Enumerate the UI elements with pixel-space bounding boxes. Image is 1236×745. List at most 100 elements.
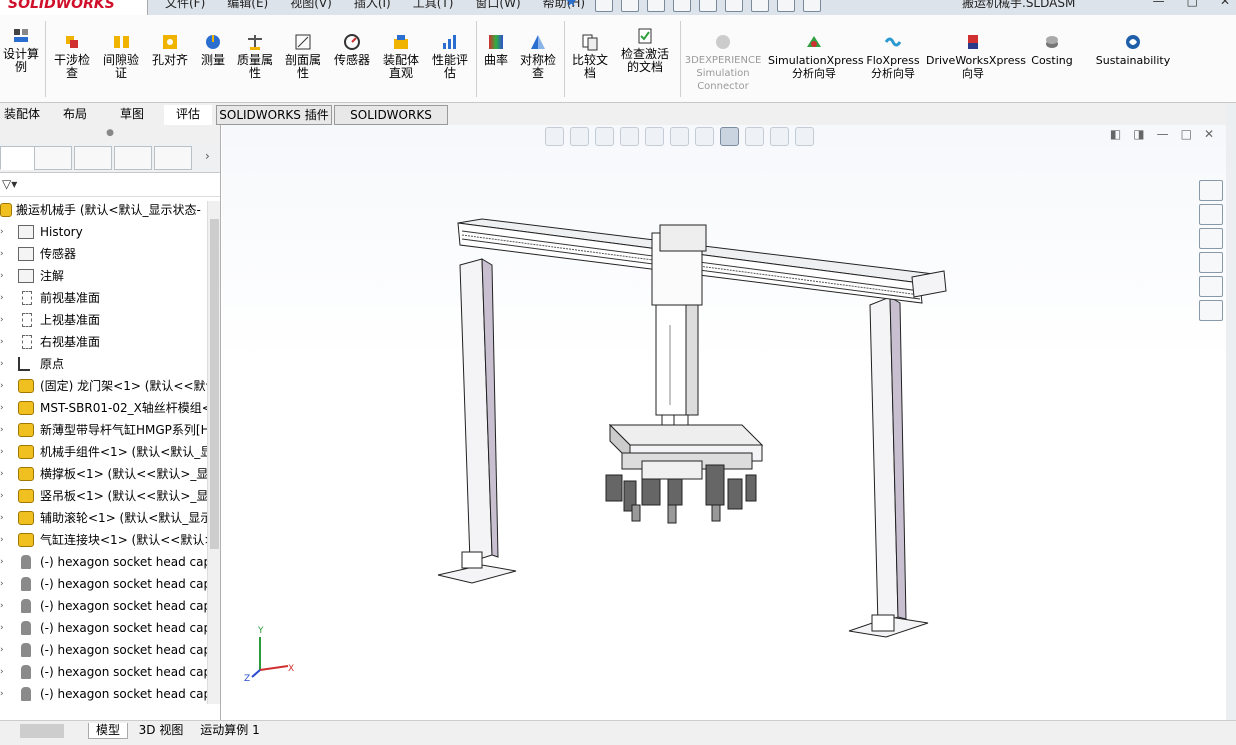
tab-evaluate[interactable]: 评估 [164,105,212,125]
expand-icon[interactable]: › [0,309,10,331]
file-explorer-icon[interactable] [1199,228,1223,249]
maximize-icon[interactable]: □ [1187,0,1198,8]
expand-icon[interactable]: › [0,441,10,463]
menu-view[interactable]: 视图(V) [290,0,332,11]
filter-icon[interactable]: ▽▾ [0,173,220,197]
tree-node[interactable]: › 右视基准面 [0,331,207,353]
tree-node[interactable]: › History [0,221,207,243]
tab-solidworks-addins[interactable]: SOLIDWORKS 插件 [216,105,332,125]
view-palette-icon[interactable] [1199,252,1223,273]
tree-node[interactable]: › MST-SBR01-02_X轴丝杆模组< [0,397,207,419]
appearances-icon[interactable] [1199,276,1223,297]
3dexperience-simulation-connector-button[interactable]: 3DEXPERIENCE Simulation Connector [684,33,762,93]
expand-icon[interactable]: › [0,419,10,441]
custom-properties-icon[interactable] [1199,300,1223,321]
rebuild-icon[interactable] [777,0,795,12]
mass-properties-button[interactable]: 质量属性 [233,33,277,80]
home-icon[interactable] [595,0,613,12]
tree-node[interactable]: › (-) hexagon socket head cap [0,551,207,573]
tree-node[interactable]: › 新薄型带导杆气缸HMGP系列[H [0,419,207,441]
expand-icon[interactable]: › [0,221,10,243]
options-icon[interactable] [803,0,821,12]
menu-window[interactable]: 窗口(W) [475,0,520,11]
expand-icon[interactable]: › [0,287,10,309]
open-icon[interactable] [647,0,665,12]
expand-icon[interactable]: › [0,573,10,595]
driveworksxpress-button[interactable]: DriveWorksXpress 向导 [926,33,1026,80]
tab-solidworks-mbd[interactable]: SOLIDWORKS MBD [334,105,448,140]
compare-documents-button[interactable]: 比较文档 [568,33,612,80]
section-properties-button[interactable]: 剖面属性 [281,33,325,80]
chevron-right-icon[interactable]: › [205,149,210,163]
measure-button[interactable]: 测量 [195,33,231,67]
expand-icon[interactable]: › [0,331,10,353]
tree-scrollbar[interactable] [207,201,220,704]
menu-edit[interactable]: 编辑(E) [227,0,268,11]
tab-layout[interactable]: 布局 [50,105,100,125]
tree-node[interactable]: › (-) hexagon socket head cap [0,617,207,639]
expand-icon[interactable]: › [0,661,10,683]
expand-icon[interactable]: › [0,551,10,573]
tree-root[interactable]: 搬运机械手 (默认<默认_显示状态- [0,199,207,221]
tree-node[interactable]: › 机械手组件<1> (默认<默认_显 [0,441,207,463]
tree-node[interactable]: › 注解 [0,265,207,287]
scrollbar-thumb[interactable] [210,219,219,549]
symmetry-check-button[interactable]: 对称检查 [516,33,560,80]
curvature-button[interactable]: 曲率 [480,33,512,67]
solidworks-resources-icon[interactable] [1199,180,1223,201]
expand-icon[interactable]: › [0,265,10,287]
sensor-button[interactable]: 传感器 [330,33,374,67]
tree-node[interactable]: › 上视基准面 [0,309,207,331]
configurationmanager-tab-icon[interactable] [74,146,112,170]
save-icon[interactable] [673,0,691,12]
hole-alignment-button[interactable]: 孔对齐 [148,33,192,67]
tree-node[interactable]: › 竖吊板<1> (默认<<默认>_显示 [0,485,207,507]
close-icon[interactable]: ✕ [1220,0,1230,8]
floxpress-button[interactable]: FloXpress 分析向导 [864,33,922,80]
minimize-icon[interactable]: — [1153,0,1165,8]
tree-node[interactable]: › 辅助滚轮<1> (默认<默认_显示 [0,507,207,529]
simulationxpress-button[interactable]: SimulationXpress 分析向导 [768,33,864,80]
tree-node[interactable]: › 原点 [0,353,207,375]
undo-icon[interactable] [725,0,743,12]
expand-icon[interactable]: › [0,683,10,704]
performance-evaluation-button[interactable]: 性能评估 [428,33,472,80]
tree-node[interactable]: › (固定) 龙门架<1> (默认<<默认 [0,375,207,397]
tree-node[interactable]: › (-) hexagon socket head cap [0,661,207,683]
tab-assembly[interactable]: 装配体 [0,105,44,125]
featuremanager-tab-icon[interactable] [0,146,38,170]
expand-icon[interactable]: › [0,485,10,507]
tree-node[interactable]: › (-) hexagon socket head cap [0,595,207,617]
gantry-manipulator-model[interactable]: Y X Z [222,125,1226,720]
display-manager-tab-icon[interactable] [154,146,192,170]
tab-motion-study[interactable]: 运动算例 1 [194,723,266,739]
assembly-visualization-button[interactable]: 装配体直观 [378,33,424,80]
dimxpert-tab-icon[interactable] [114,146,152,170]
expand-icon[interactable]: › [0,375,10,397]
tree-node[interactable]: › (-) hexagon socket head cap [0,573,207,595]
design-library-icon[interactable] [1199,204,1223,225]
tree-node[interactable]: › 传感器 [0,243,207,265]
solidworks-logo[interactable]: SOLIDWORKS [0,0,148,15]
tab-3d-views[interactable]: 3D 视图 [134,723,188,739]
sustainability-button[interactable]: Sustainability [1090,33,1176,67]
select-icon[interactable] [751,0,769,12]
expand-icon[interactable]: › [0,353,10,375]
clearance-verification-button[interactable]: 间隙验证 [98,33,144,80]
tree-node[interactable]: › (-) hexagon socket head cap [0,683,207,704]
graphics-area[interactable]: ◧ ◨ — □ ✕ Y X Z [222,125,1226,720]
tree-node[interactable]: › 横撑板<1> (默认<<默认>_显示 [0,463,207,485]
tab-sketch[interactable]: 草图 [106,105,158,125]
tree-node[interactable]: › 前视基准面 [0,287,207,309]
expand-icon[interactable]: › [0,243,10,265]
expand-icon[interactable]: › [0,507,10,529]
new-doc-icon[interactable] [621,0,639,12]
design-study-button[interactable]: 设计算例 [0,27,42,74]
costing-button[interactable]: Costing [1026,33,1078,67]
menu-tools[interactable]: 工具(T) [413,0,454,11]
menu-file[interactable]: 文件(F) [165,0,205,11]
pin-icon[interactable]: ★ [565,0,578,10]
expand-icon[interactable]: › [0,617,10,639]
panel-grip[interactable]: ● [0,125,220,143]
tree-node[interactable]: › (-) hexagon socket head cap [0,639,207,661]
